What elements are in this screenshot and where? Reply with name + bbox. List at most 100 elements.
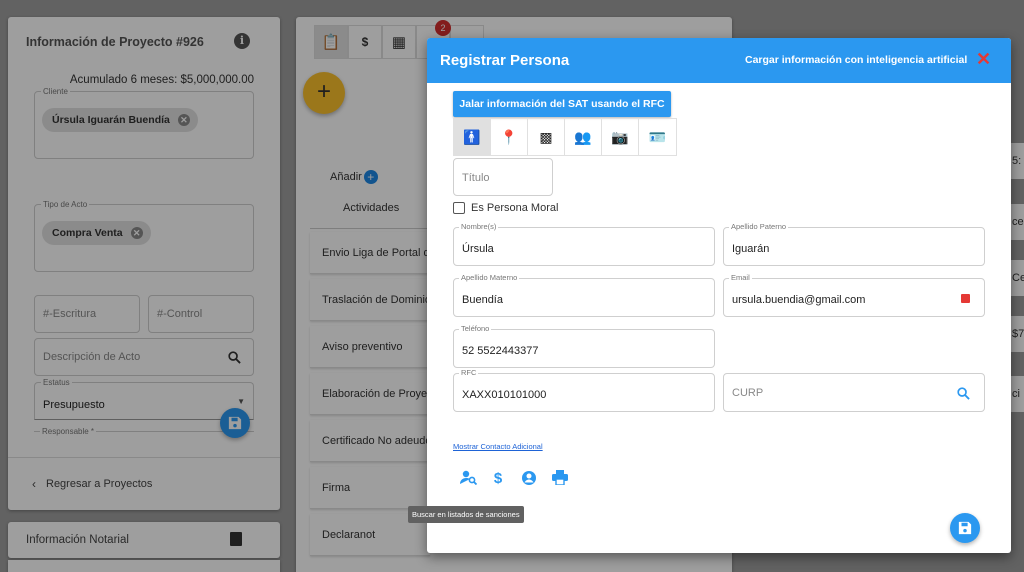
estatus-select[interactable]: Estatus Presupuesto ▼ [34,378,254,420]
tipo-acto-chip-label: Compra Venta [52,227,123,239]
add-activity-fab[interactable]: + [303,72,345,114]
activity-row[interactable]: Certificado No adeudo [310,420,430,462]
apellido-materno-input[interactable]: Apellido Materno Buendía [453,273,715,317]
next-panel [8,560,280,572]
notarial-panel[interactable]: Información Notarial [8,522,280,558]
sat-rfc-button[interactable]: Jalar información del SAT usando el RFC [453,91,671,117]
curp-input[interactable]: CURP [723,373,985,412]
apellido-paterno-input[interactable]: Apellido Paterno Iguarán [723,222,985,266]
search-icon[interactable] [228,351,241,364]
id-card-icon: 🪪 [648,128,667,145]
ai-load-link[interactable]: Cargar información con inteligencia arti… [745,54,967,66]
dollar-icon[interactable]: $ [489,470,507,488]
activity-row[interactable]: Traslación de Dominio [310,279,430,321]
rfc-input[interactable]: RFC XAXX010101000 [453,368,715,412]
mostrar-contacto-link[interactable]: Mostrar Contacto Adicional [453,442,543,451]
nombre-label: Nombre(s) [459,222,499,231]
control-input[interactable]: #-Control [148,295,254,333]
tab-person[interactable]: 🚹 [454,119,491,155]
add-circle-icon: + [363,170,378,184]
tab-actividades[interactable]: Actividades [343,202,399,214]
acumulado-text: Acumulado 6 meses: $5,000,000.00 [69,74,254,86]
chip-remove-icon[interactable]: ✕ [130,227,143,239]
table-icon: ▦ [391,34,407,51]
close-icon[interactable]: ✕ [976,49,991,70]
add-activity[interactable]: Añadir + [330,170,378,184]
tipo-acto-label: Tipo de Acto [41,200,90,209]
rfc-label: RFC [459,368,479,377]
save-icon [958,521,972,535]
activity-row[interactable]: Firma [310,467,430,509]
tab-qr[interactable]: ▩ [528,119,565,155]
cliente-chip[interactable]: Úrsula Iguarán Buendía ✕ [42,108,198,132]
persona-moral-label: Es Persona Moral [471,202,559,214]
apellido-materno-label: Apellido Materno [459,273,520,282]
location-pin-icon: 📍 [500,128,518,145]
activity-row[interactable]: Envio Liga de Portal de [310,232,430,274]
registrar-persona-modal: Registrar Persona Cargar información con… [427,38,1011,553]
escritura-placeholder: #-Escritura [43,308,97,320]
responsable-field[interactable]: Responsable * [34,427,254,441]
estatus-value: Presupuesto [43,399,105,411]
titulo-input[interactable]: Título [453,158,553,196]
project-save-fab[interactable] [220,408,250,438]
regresar-label: Regresar a Proyectos [46,478,153,490]
tab-people[interactable]: 👥 [565,119,602,155]
print-icon[interactable] [551,470,569,488]
email-input[interactable]: Email ursula.buendia@gmail.com [723,273,985,317]
clipboard-icon: 📋 [321,34,341,51]
tab-table[interactable]: ▦ [382,25,416,59]
tipo-acto-field[interactable]: Tipo de Acto Compra Venta ✕ [34,200,254,272]
escritura-input[interactable]: #-Escritura [34,295,140,333]
chip-remove-icon[interactable]: ✕ [177,114,190,126]
activity-row[interactable]: Elaboración de Proyecto [310,373,430,415]
search-icon[interactable] [957,387,970,400]
apellido-paterno-label: Apellido Paterno [729,222,789,231]
person-search-icon[interactable] [459,470,477,488]
tab-clipboard[interactable]: 📋 [314,25,348,59]
modal-title: Registrar Persona [440,52,570,69]
telefono-value: 52 5522443377 [462,345,539,357]
notarial-title: Información Notarial [26,534,129,546]
descripcion-input[interactable]: Descripción de Acto [34,338,254,376]
camera-icon: 📷 [611,128,629,145]
save-person-fab[interactable] [950,513,980,543]
notification-badge: 2 [435,20,451,36]
email-label: Email [729,273,752,282]
telefono-input[interactable]: Teléfono 52 5522443377 [453,324,715,368]
tab-invoice[interactable]: $ [348,25,382,59]
autofill-icon[interactable] [961,294,970,303]
activity-row[interactable]: Aviso preventivo [310,326,430,368]
descripcion-placeholder: Descripción de Acto [43,351,141,363]
nombre-value: Úrsula [462,243,494,255]
dropdown-arrow-icon[interactable]: ▼ [237,397,245,406]
persona-moral-checkbox[interactable] [453,202,465,214]
cliente-field[interactable]: Cliente Úrsula Iguarán Buendía ✕ [34,87,254,159]
apellido-paterno-value: Iguarán [732,243,770,255]
book-icon [230,532,242,546]
estatus-label: Estatus [41,378,72,387]
chevron-left-icon: ‹ [32,477,36,491]
curp-placeholder: CURP [732,387,764,399]
qr-code-icon: ▩ [539,128,553,145]
responsable-label: Responsable * [40,427,97,436]
account-circle-icon[interactable] [520,470,538,488]
project-title: Información de Proyecto #926 [26,35,204,49]
control-placeholder: #-Control [157,308,203,320]
tab-location[interactable]: 📍 [491,119,528,155]
tab-id-card[interactable]: 🪪 [639,119,676,155]
sanctions-tooltip: Buscar en listados de sanciones [408,506,524,523]
plus-icon: + [316,78,331,105]
regresar-link[interactable]: ‹ Regresar a Proyectos [32,477,152,491]
tab-camera[interactable]: 📷 [602,119,639,155]
cliente-chip-label: Úrsula Iguarán Buendía [52,114,170,126]
info-icon[interactable]: i [234,33,250,49]
persona-tabs: 🚹 📍 ▩ 👥 📷 🪪 [453,118,677,156]
telefono-label: Teléfono [459,324,492,333]
nombre-input[interactable]: Nombre(s) Úrsula [453,222,715,266]
rfc-value: XAXX010101000 [462,389,547,401]
email-value: ursula.buendia@gmail.com [732,294,866,306]
tipo-acto-chip[interactable]: Compra Venta ✕ [42,221,151,245]
person-icon: 🚹 [463,128,481,145]
invoice-dollar-icon: $ [361,35,369,49]
